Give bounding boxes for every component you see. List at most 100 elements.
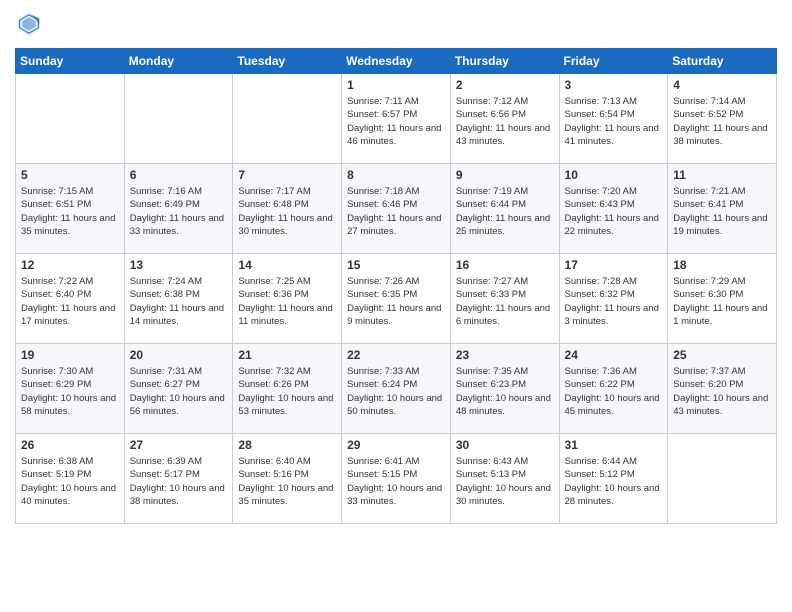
day-cell: 30 Sunrise: 6:43 AM Sunset: 5:13 PM Dayli… <box>450 434 559 524</box>
day-number: 28 <box>238 438 336 452</box>
day-number: 5 <box>21 168 119 182</box>
weekday-thursday: Thursday <box>450 49 559 74</box>
day-cell: 4 Sunrise: 7:14 AM Sunset: 6:52 PM Daylig… <box>668 74 777 164</box>
day-cell: 27 Sunrise: 6:39 AM Sunset: 5:17 PM Dayli… <box>124 434 233 524</box>
day-info: Sunrise: 7:25 AM Sunset: 6:36 PM Dayligh… <box>238 275 336 328</box>
day-cell: 31 Sunrise: 6:44 AM Sunset: 5:12 PM Dayli… <box>559 434 668 524</box>
page: SundayMondayTuesdayWednesdayThursdayFrid… <box>0 0 792 534</box>
day-info: Sunrise: 6:41 AM Sunset: 5:15 PM Dayligh… <box>347 455 445 508</box>
day-cell: 14 Sunrise: 7:25 AM Sunset: 6:36 PM Dayli… <box>233 254 342 344</box>
day-number: 1 <box>347 78 445 92</box>
day-info: Sunrise: 7:15 AM Sunset: 6:51 PM Dayligh… <box>21 185 119 238</box>
logo-icon <box>15 10 43 38</box>
header <box>15 10 777 38</box>
day-cell: 5 Sunrise: 7:15 AM Sunset: 6:51 PM Daylig… <box>16 164 125 254</box>
day-number: 21 <box>238 348 336 362</box>
day-cell: 21 Sunrise: 7:32 AM Sunset: 6:26 PM Dayli… <box>233 344 342 434</box>
day-number: 31 <box>565 438 663 452</box>
day-info: Sunrise: 7:20 AM Sunset: 6:43 PM Dayligh… <box>565 185 663 238</box>
day-cell: 24 Sunrise: 7:36 AM Sunset: 6:22 PM Dayli… <box>559 344 668 434</box>
day-number: 18 <box>673 258 771 272</box>
day-info: Sunrise: 7:32 AM Sunset: 6:26 PM Dayligh… <box>238 365 336 418</box>
day-info: Sunrise: 7:37 AM Sunset: 6:20 PM Dayligh… <box>673 365 771 418</box>
weekday-monday: Monday <box>124 49 233 74</box>
day-info: Sunrise: 6:44 AM Sunset: 5:12 PM Dayligh… <box>565 455 663 508</box>
day-cell: 11 Sunrise: 7:21 AM Sunset: 6:41 PM Dayli… <box>668 164 777 254</box>
day-number: 4 <box>673 78 771 92</box>
day-number: 29 <box>347 438 445 452</box>
day-number: 8 <box>347 168 445 182</box>
day-info: Sunrise: 7:28 AM Sunset: 6:32 PM Dayligh… <box>565 275 663 328</box>
week-row-2: 12 Sunrise: 7:22 AM Sunset: 6:40 PM Dayli… <box>16 254 777 344</box>
day-info: Sunrise: 7:18 AM Sunset: 6:46 PM Dayligh… <box>347 185 445 238</box>
day-info: Sunrise: 7:27 AM Sunset: 6:33 PM Dayligh… <box>456 275 554 328</box>
day-info: Sunrise: 7:13 AM Sunset: 6:54 PM Dayligh… <box>565 95 663 148</box>
day-info: Sunrise: 6:39 AM Sunset: 5:17 PM Dayligh… <box>130 455 228 508</box>
day-cell: 23Sunrise: 7:35 AM Sunset: 6:23 PM Dayli… <box>450 344 559 434</box>
day-info: Sunrise: 7:21 AM Sunset: 6:41 PM Dayligh… <box>673 185 771 238</box>
day-number: 12 <box>21 258 119 272</box>
day-cell: 2 Sunrise: 7:12 AM Sunset: 6:56 PM Daylig… <box>450 74 559 164</box>
day-info: Sunrise: 7:35 AM Sunset: 6:23 PM Dayligh… <box>456 365 554 418</box>
day-cell: 9 Sunrise: 7:19 AM Sunset: 6:44 PM Daylig… <box>450 164 559 254</box>
day-number: 19 <box>21 348 119 362</box>
day-number: 2 <box>456 78 554 92</box>
day-number: 20 <box>130 348 228 362</box>
weekday-wednesday: Wednesday <box>342 49 451 74</box>
logo <box>15 10 47 38</box>
day-cell: 8 Sunrise: 7:18 AM Sunset: 6:46 PM Daylig… <box>342 164 451 254</box>
weekday-friday: Friday <box>559 49 668 74</box>
day-cell: 29 Sunrise: 6:41 AM Sunset: 5:15 PM Dayli… <box>342 434 451 524</box>
day-info: Sunrise: 7:31 AM Sunset: 6:27 PM Dayligh… <box>130 365 228 418</box>
day-cell: 6Sunrise: 7:16 AM Sunset: 6:49 PM Daylig… <box>124 164 233 254</box>
day-cell: 19 Sunrise: 7:30 AM Sunset: 6:29 PM Dayli… <box>16 344 125 434</box>
day-number: 22 <box>347 348 445 362</box>
day-number: 25 <box>673 348 771 362</box>
day-cell <box>668 434 777 524</box>
day-info: Sunrise: 7:14 AM Sunset: 6:52 PM Dayligh… <box>673 95 771 148</box>
day-cell: 13 Sunrise: 7:24 AM Sunset: 6:38 PM Dayli… <box>124 254 233 344</box>
day-number: 7 <box>238 168 336 182</box>
day-number: 9 <box>456 168 554 182</box>
day-cell: 26Sunrise: 6:38 AM Sunset: 5:19 PM Dayli… <box>16 434 125 524</box>
day-info: Sunrise: 7:12 AM Sunset: 6:56 PM Dayligh… <box>456 95 554 148</box>
day-number: 30 <box>456 438 554 452</box>
day-number: 14 <box>238 258 336 272</box>
day-cell: 3Sunrise: 7:13 AM Sunset: 6:54 PM Daylig… <box>559 74 668 164</box>
day-number: 26 <box>21 438 119 452</box>
weekday-header-row: SundayMondayTuesdayWednesdayThursdayFrid… <box>16 49 777 74</box>
day-number: 13 <box>130 258 228 272</box>
weekday-sunday: Sunday <box>16 49 125 74</box>
day-number: 16 <box>456 258 554 272</box>
day-cell: 1Sunrise: 7:11 AM Sunset: 6:57 PM Daylig… <box>342 74 451 164</box>
weekday-saturday: Saturday <box>668 49 777 74</box>
week-row-1: 5 Sunrise: 7:15 AM Sunset: 6:51 PM Daylig… <box>16 164 777 254</box>
day-info: Sunrise: 7:16 AM Sunset: 6:49 PM Dayligh… <box>130 185 228 238</box>
day-cell: 12 Sunrise: 7:22 AM Sunset: 6:40 PM Dayli… <box>16 254 125 344</box>
day-info: Sunrise: 6:43 AM Sunset: 5:13 PM Dayligh… <box>456 455 554 508</box>
day-cell <box>124 74 233 164</box>
day-cell: 25 Sunrise: 7:37 AM Sunset: 6:20 PM Dayli… <box>668 344 777 434</box>
day-info: Sunrise: 7:33 AM Sunset: 6:24 PM Dayligh… <box>347 365 445 418</box>
day-cell: 10 Sunrise: 7:20 AM Sunset: 6:43 PM Dayli… <box>559 164 668 254</box>
day-cell <box>233 74 342 164</box>
day-info: Sunrise: 7:17 AM Sunset: 6:48 PM Dayligh… <box>238 185 336 238</box>
day-number: 15 <box>347 258 445 272</box>
day-number: 17 <box>565 258 663 272</box>
day-number: 24 <box>565 348 663 362</box>
day-cell: 7 Sunrise: 7:17 AM Sunset: 6:48 PM Daylig… <box>233 164 342 254</box>
day-number: 27 <box>130 438 228 452</box>
day-info: Sunrise: 7:26 AM Sunset: 6:35 PM Dayligh… <box>347 275 445 328</box>
day-info: Sunrise: 7:36 AM Sunset: 6:22 PM Dayligh… <box>565 365 663 418</box>
day-number: 10 <box>565 168 663 182</box>
day-info: Sunrise: 7:24 AM Sunset: 6:38 PM Dayligh… <box>130 275 228 328</box>
day-cell: 15 Sunrise: 7:26 AM Sunset: 6:35 PM Dayli… <box>342 254 451 344</box>
day-info: Sunrise: 7:22 AM Sunset: 6:40 PM Dayligh… <box>21 275 119 328</box>
day-cell: 17 Sunrise: 7:28 AM Sunset: 6:32 PM Dayli… <box>559 254 668 344</box>
day-cell: 20 Sunrise: 7:31 AM Sunset: 6:27 PM Dayli… <box>124 344 233 434</box>
day-number: 11 <box>673 168 771 182</box>
day-info: Sunrise: 7:30 AM Sunset: 6:29 PM Dayligh… <box>21 365 119 418</box>
day-info: Sunrise: 7:19 AM Sunset: 6:44 PM Dayligh… <box>456 185 554 238</box>
day-cell: 16 Sunrise: 7:27 AM Sunset: 6:33 PM Dayli… <box>450 254 559 344</box>
week-row-4: 26Sunrise: 6:38 AM Sunset: 5:19 PM Dayli… <box>16 434 777 524</box>
